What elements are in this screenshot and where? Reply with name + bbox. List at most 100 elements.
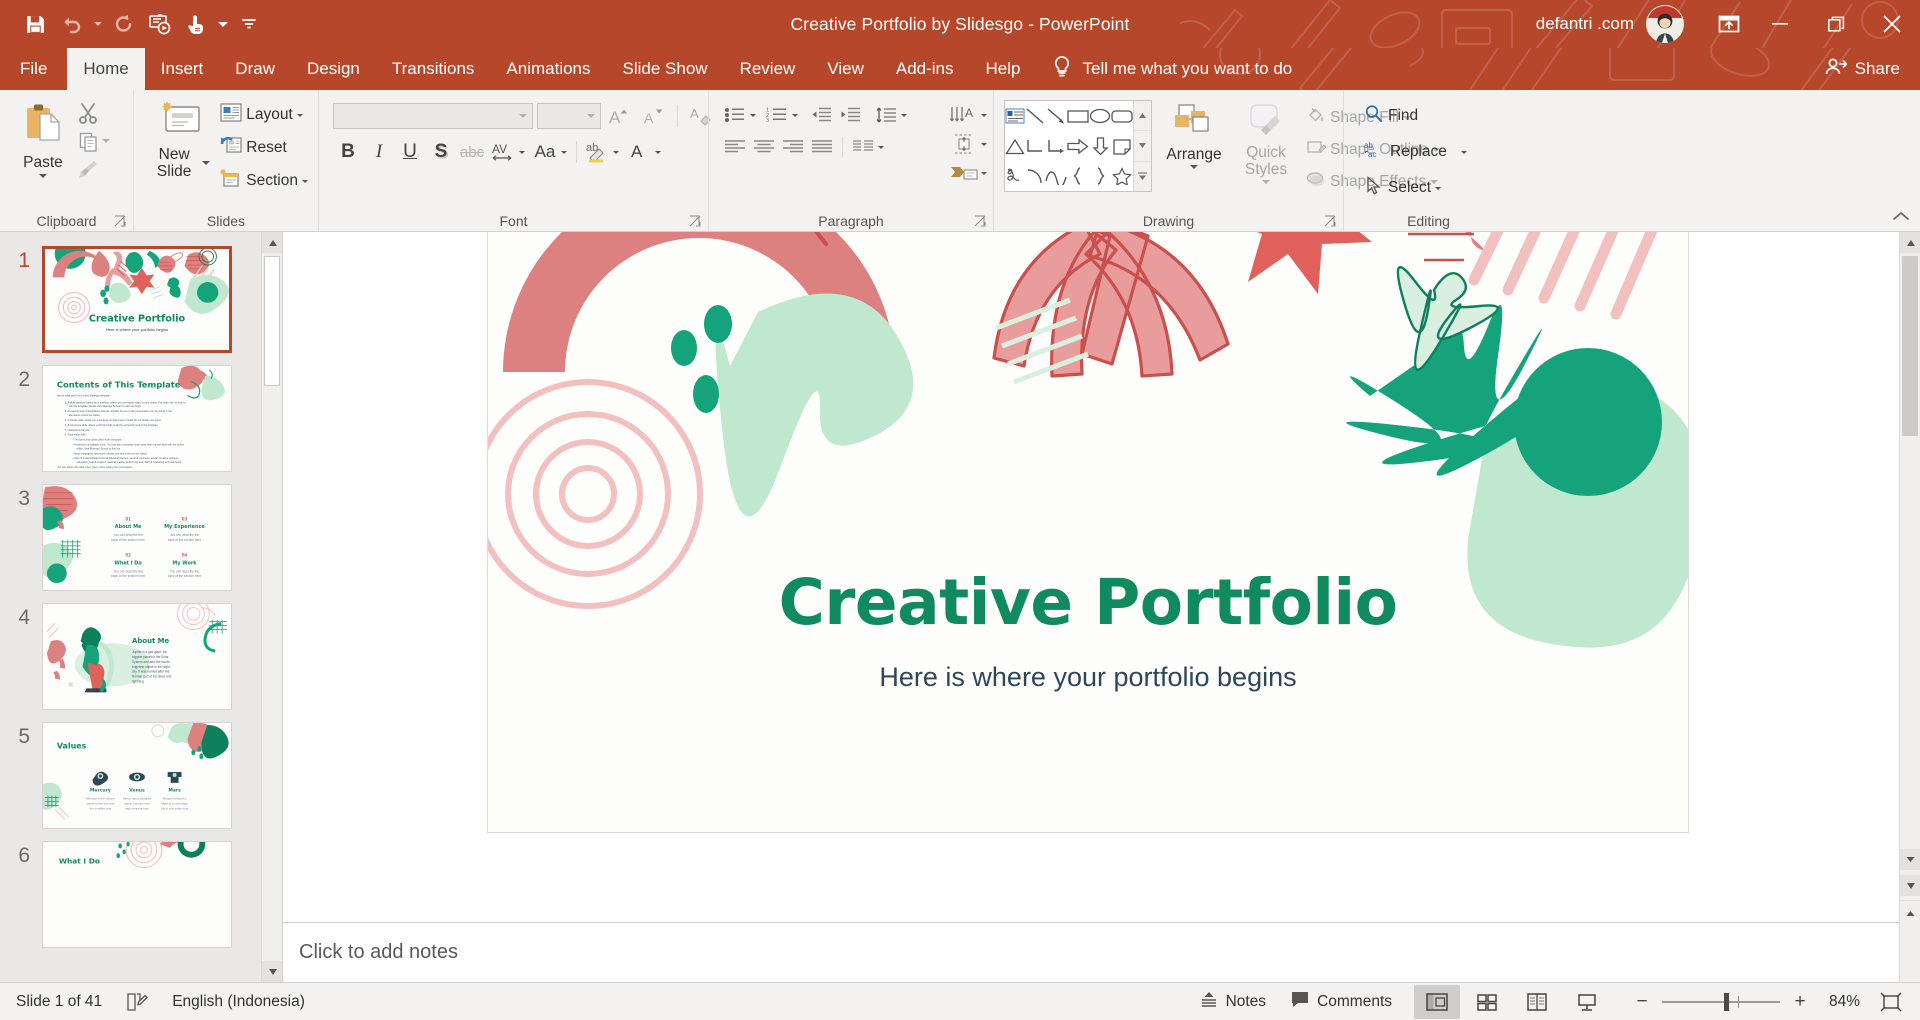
slide-title[interactable]: Creative Portfolio: [488, 566, 1688, 639]
character-spacing-dropdown-icon[interactable]: [519, 150, 525, 154]
tab-transitions[interactable]: Transitions: [376, 48, 491, 90]
shape-rounded-rectangle[interactable]: [1111, 101, 1133, 131]
align-center-button[interactable]: [750, 134, 778, 160]
font-size-dropdown-icon[interactable]: [587, 114, 595, 118]
thumbnail-slide-4[interactable]: 4 About Me Jupiter is a gas giant, the b…: [0, 597, 261, 716]
text-direction-button[interactable]: A: [947, 102, 981, 128]
normal-view-button[interactable]: [1414, 984, 1460, 1019]
previous-slide-icon[interactable]: [1900, 849, 1920, 870]
scroll-down-icon[interactable]: [1900, 875, 1920, 896]
increase-list-level-button[interactable]: [836, 102, 864, 128]
touch-mouse-mode-icon[interactable]: [179, 7, 213, 41]
shape-rectangle[interactable]: [1067, 101, 1089, 131]
thumbnails-scroll-down-icon[interactable]: [262, 961, 282, 982]
shape-left-brace[interactable]: [1067, 161, 1089, 191]
find-button[interactable]: Find: [1360, 102, 1471, 130]
shapes-scroll-up-icon[interactable]: [1134, 101, 1151, 131]
current-slide[interactable]: Creative Portfolio Here is where your po…: [488, 232, 1688, 832]
copy-dropdown-icon[interactable]: [102, 139, 110, 143]
select-button[interactable]: Select: [1360, 174, 1471, 202]
thumbnail-frame[interactable]: Creative Portfolio Here is where your po…: [42, 246, 232, 353]
fit-slide-to-window-button[interactable]: [1872, 985, 1910, 1019]
thumbnail-frame[interactable]: About Me Jupiter is a gas giant, the big…: [42, 603, 232, 710]
increase-font-size-button[interactable]: A: [605, 102, 635, 130]
tab-add-ins[interactable]: Add-ins: [880, 48, 970, 90]
zoom-in-button[interactable]: +: [1790, 990, 1810, 1014]
reset-button[interactable]: Reset: [216, 134, 312, 162]
font-color-button[interactable]: A: [624, 138, 654, 166]
font-size-input[interactable]: [537, 103, 601, 129]
thumbnail-slide-5[interactable]: 5 Values Mercury Mercury is the closest …: [0, 716, 261, 835]
arrange-dropdown-icon[interactable]: [1190, 165, 1198, 169]
text-shadow-button[interactable]: S: [426, 138, 456, 166]
tab-home[interactable]: Home: [67, 48, 145, 90]
font-color-dropdown-icon[interactable]: [655, 150, 661, 154]
tab-design[interactable]: Design: [291, 48, 376, 90]
zoom-percentage[interactable]: 84%: [1820, 993, 1860, 1011]
change-case-button[interactable]: Aa: [530, 138, 560, 166]
comments-button[interactable]: Comments: [1278, 983, 1404, 1020]
decrease-list-level-button[interactable]: [807, 102, 835, 128]
shape-right-arrow[interactable]: [1067, 131, 1089, 161]
layout-dropdown-icon[interactable]: [296, 113, 303, 117]
format-painter-button[interactable]: [74, 156, 102, 182]
undo-icon[interactable]: [54, 7, 88, 41]
bullets-dropdown-icon[interactable]: [750, 113, 756, 117]
convert-to-smartart-button[interactable]: [947, 160, 981, 186]
text-direction-dropdown-icon[interactable]: [981, 113, 987, 117]
align-text-button[interactable]: [947, 131, 981, 157]
new-slide-dropdown-icon[interactable]: [202, 161, 211, 165]
thumbnail-slide-6[interactable]: 6 What I Do: [0, 835, 261, 954]
reading-view-button[interactable]: [1514, 985, 1560, 1019]
shape-arc[interactable]: [1025, 161, 1045, 191]
restore-button[interactable]: [1808, 0, 1864, 48]
tab-animations[interactable]: Animations: [490, 48, 606, 90]
zoom-slider[interactable]: [1662, 992, 1780, 1011]
shape-right-brace[interactable]: [1089, 161, 1111, 191]
paste-dropdown-icon[interactable]: [39, 174, 47, 178]
shape-arrow[interactable]: [1045, 101, 1067, 131]
bold-button[interactable]: B: [333, 138, 363, 166]
section-button[interactable]: Section: [216, 167, 312, 195]
replace-dropdown-icon[interactable]: [1460, 150, 1467, 154]
shape-line[interactable]: [1025, 101, 1045, 131]
spell-check-icon[interactable]: [114, 983, 160, 1020]
language-indicator[interactable]: English (Indonesia): [160, 983, 317, 1020]
line-spacing-button[interactable]: [872, 102, 900, 128]
shapes-more-icon[interactable]: [1134, 160, 1151, 191]
minimize-button[interactable]: [1752, 0, 1808, 48]
thumbnail-frame[interactable]: 01 About Me You can describe the topic o…: [42, 484, 232, 591]
thumbnail-slide-1[interactable]: 1 Creative Portfolio Here is where your …: [0, 240, 261, 359]
underline-button[interactable]: U: [395, 138, 425, 166]
align-left-button[interactable]: [721, 134, 749, 160]
zoom-slider-handle[interactable]: [1724, 992, 1729, 1011]
new-slide-button[interactable]: New Slide: [144, 98, 216, 183]
tab-file[interactable]: File: [0, 48, 67, 90]
shapes-gallery[interactable]: [1004, 100, 1152, 192]
slide-subtitle[interactable]: Here is where your portfolio begins: [488, 662, 1688, 693]
shape-down-arrow[interactable]: [1089, 131, 1111, 161]
scroll-thumb[interactable]: [1902, 256, 1918, 436]
shape-oval[interactable]: [1089, 101, 1111, 131]
close-button[interactable]: [1864, 0, 1920, 48]
strikethrough-button[interactable]: abc: [457, 138, 487, 166]
touch-mode-dropdown-icon[interactable]: [215, 7, 230, 41]
ribbon-display-options-icon[interactable]: [1706, 0, 1752, 48]
slide-canvas[interactable]: Creative Portfolio Here is where your po…: [283, 232, 1899, 922]
cut-button[interactable]: [74, 100, 102, 126]
share-button[interactable]: Share: [1825, 48, 1920, 90]
account-name[interactable]: defantri .com: [1536, 14, 1634, 34]
layout-button[interactable]: Layout: [216, 101, 312, 129]
numbering-dropdown-icon[interactable]: [792, 113, 798, 117]
save-icon[interactable]: [18, 7, 52, 41]
thumbnails-scroll-thumb[interactable]: [264, 256, 280, 386]
font-name-dropdown-icon[interactable]: [519, 114, 527, 118]
shape-star[interactable]: [1111, 161, 1133, 191]
change-case-dropdown-icon[interactable]: [561, 150, 567, 154]
avatar[interactable]: [1646, 5, 1684, 43]
numbering-button[interactable]: 123: [763, 102, 791, 128]
shape-text-box[interactable]: [1005, 101, 1025, 131]
thumbnail-frame[interactable]: Contents of This Template Here's what yo…: [42, 365, 232, 472]
columns-dropdown-icon[interactable]: [878, 145, 884, 149]
tab-view[interactable]: View: [811, 48, 880, 90]
